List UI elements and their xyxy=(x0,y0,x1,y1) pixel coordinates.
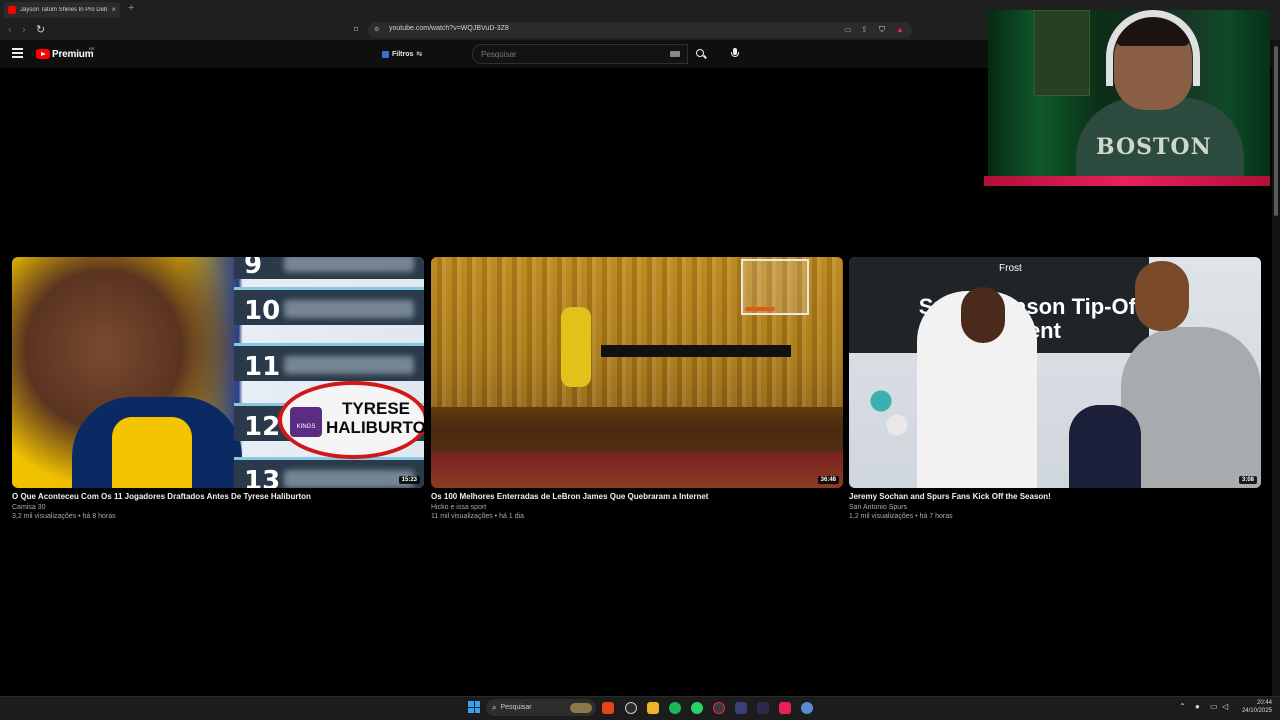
video-title[interactable]: Os 100 Melhores Enterradas de LeBron Jam… xyxy=(431,492,843,501)
kings-logo-icon: KINGS xyxy=(290,407,322,437)
youtube-favicon-icon xyxy=(8,6,16,14)
sliders-icon: ⇆ xyxy=(416,51,423,58)
video-card[interactable]: Frost Spurs Season Tip-Off Event 3:08 Je… xyxy=(849,257,1261,520)
video-thumbnail[interactable]: 9 10 11 12 13 KINGS TYRESE HALIBURTON 15… xyxy=(12,257,424,488)
video-duration: 36:48 xyxy=(817,476,839,484)
filter-extension-icon xyxy=(382,50,389,58)
country-code: BR xyxy=(89,46,95,51)
rank-number: 9 xyxy=(244,257,263,280)
filters-button[interactable]: Filtros ⇆ xyxy=(382,47,422,61)
channel-name[interactable]: San Antonio Spurs xyxy=(849,504,1261,511)
webcam-background-shelf xyxy=(1034,10,1090,96)
share-icon[interactable]: ⇪ xyxy=(861,25,868,35)
windows-taskbar xyxy=(0,696,1280,720)
forward-arrow-icon[interactable]: › xyxy=(22,23,26,37)
back-arrow-icon[interactable]: ‹ xyxy=(8,23,12,37)
close-tab-icon[interactable]: × xyxy=(111,6,116,14)
clock-time: 20:44 xyxy=(1256,700,1272,706)
file-explorer-icon[interactable] xyxy=(647,702,659,714)
taskbar-clock[interactable]: 20:44 24/10/2025 xyxy=(1234,699,1272,715)
video-metadata: 3,2 mil visualizações • há 8 horas xyxy=(12,513,116,520)
recording-app-icon[interactable] xyxy=(713,702,725,714)
reload-icon[interactable]: ↻ xyxy=(36,23,45,37)
browser-tab[interactable]: Jayson Tatum Shines In Pro Debut × xyxy=(4,2,120,18)
rewards-icon[interactable]: ▲ xyxy=(896,25,904,35)
video-duration: 3:08 xyxy=(1238,476,1257,484)
thumbnail-person-head xyxy=(961,287,1005,343)
search-highlight-icon xyxy=(570,702,592,713)
rank-number: 12 xyxy=(244,412,281,442)
new-tab-button[interactable]: + xyxy=(128,3,134,14)
rank-number: 10 xyxy=(244,296,281,326)
rank-row: 10 xyxy=(234,287,424,326)
search-icon: ⌕ xyxy=(492,702,497,712)
thumbnail-person-head xyxy=(1135,261,1189,331)
sponsor-logo: Frost xyxy=(999,263,1022,274)
youtube-logo-icon[interactable] xyxy=(36,49,50,59)
voice-search-button[interactable] xyxy=(728,46,742,62)
clock-date: 24/10/2025 xyxy=(1241,708,1272,714)
filters-label: Filtros xyxy=(392,50,414,58)
volume-icon[interactable]: ◁ xyxy=(1222,702,1228,712)
scrollbar-thumb[interactable] xyxy=(1274,46,1278,216)
video-title[interactable]: Jeremy Sochan and Spurs Fans Kick Off th… xyxy=(849,492,1261,501)
video-metadata: 11 mil visualizações • há 1 dia xyxy=(431,513,524,520)
launcher-app-icon[interactable] xyxy=(779,702,791,714)
network-icon[interactable]: ▭ xyxy=(1210,702,1218,712)
thumbnail-dunking-player xyxy=(561,307,591,387)
video-card[interactable]: 36:48 Os 100 Melhores Enterradas de LeBr… xyxy=(431,257,843,520)
thumbnail-kid xyxy=(1069,405,1141,488)
rank-row: 11 xyxy=(234,343,424,382)
site-info-icon[interactable]: ⚙ xyxy=(374,25,379,35)
streamer-webcam: BOSTON xyxy=(988,10,1270,186)
video-duration: 15:23 xyxy=(398,476,420,484)
thumbnail-person xyxy=(1121,327,1261,488)
video-thumbnail[interactable]: 36:48 xyxy=(431,257,843,488)
search-input[interactable] xyxy=(472,44,688,64)
thumbnail-balloons xyxy=(869,377,909,457)
windows-start-icon[interactable] xyxy=(468,701,480,713)
highlighted-player-circle: KINGS TYRESE HALIBURTON xyxy=(278,381,424,459)
webcam-frame-notch xyxy=(1120,178,1136,186)
taskbar-search-label: Pesquisar xyxy=(500,704,532,711)
menu-icon[interactable] xyxy=(12,48,23,58)
taskbar-search[interactable]: ⌕ Pesquisar xyxy=(486,699,596,716)
url-text[interactable]: youtube.com/watch?v=WQJBVuD-3Z8 xyxy=(389,25,509,32)
bookmark-icon[interactable]: ⌑ xyxy=(354,25,358,35)
obs-icon[interactable] xyxy=(625,702,637,714)
highlighted-player-name: TYRESE HALIBURTON xyxy=(326,399,424,437)
channel-name[interactable]: Camisa 30 xyxy=(12,504,424,511)
rank-number: 13 xyxy=(244,466,281,488)
spotify-icon[interactable] xyxy=(669,702,681,714)
video-thumbnail[interactable]: Frost Spurs Season Tip-Off Event 3:08 xyxy=(849,257,1261,488)
rank-number: 11 xyxy=(244,352,281,382)
remote-app-icon[interactable] xyxy=(735,702,747,714)
video-card[interactable]: 9 10 11 12 13 KINGS TYRESE HALIBURTON 15… xyxy=(12,257,424,520)
draft-rank-list: 9 10 11 12 13 KINGS TYRESE HALIBURTON xyxy=(234,257,424,488)
search-button[interactable] xyxy=(690,46,712,62)
brave-browser-icon[interactable] xyxy=(602,702,614,714)
basketball-rim xyxy=(745,307,775,311)
rank-row: 9 xyxy=(234,257,424,280)
keyboard-icon[interactable] xyxy=(670,51,680,57)
video-metadata: 1,2 mil visualizações • há 7 horas xyxy=(849,513,953,520)
microphone-tray-icon[interactable]: ● xyxy=(1195,702,1200,712)
headset-icon xyxy=(1106,10,1200,86)
hoodie-text: BOSTON xyxy=(1096,134,1212,160)
channel-name[interactable]: Hicko e issa sport xyxy=(431,504,843,511)
thumbnail-court xyxy=(431,452,843,488)
whatsapp-icon[interactable] xyxy=(691,702,703,714)
media-app-icon[interactable] xyxy=(757,702,769,714)
tab-title: Jayson Tatum Shines In Pro Debut xyxy=(20,7,108,13)
video-title[interactable]: O Que Aconteceu Com Os 11 Jogadores Draf… xyxy=(12,492,424,501)
thumbnail-jersey xyxy=(72,397,242,488)
youtube-premium-logo[interactable]: Premium xyxy=(52,49,94,60)
install-app-icon[interactable]: ▭ xyxy=(844,25,852,35)
thumbnail-scoreboard xyxy=(601,345,791,357)
chevron-up-icon[interactable]: ⌃ xyxy=(1179,702,1186,712)
rank-row: 13 xyxy=(234,457,424,488)
settings-gear-icon[interactable] xyxy=(801,702,813,714)
shield-icon[interactable]: ⛉ xyxy=(879,25,885,35)
